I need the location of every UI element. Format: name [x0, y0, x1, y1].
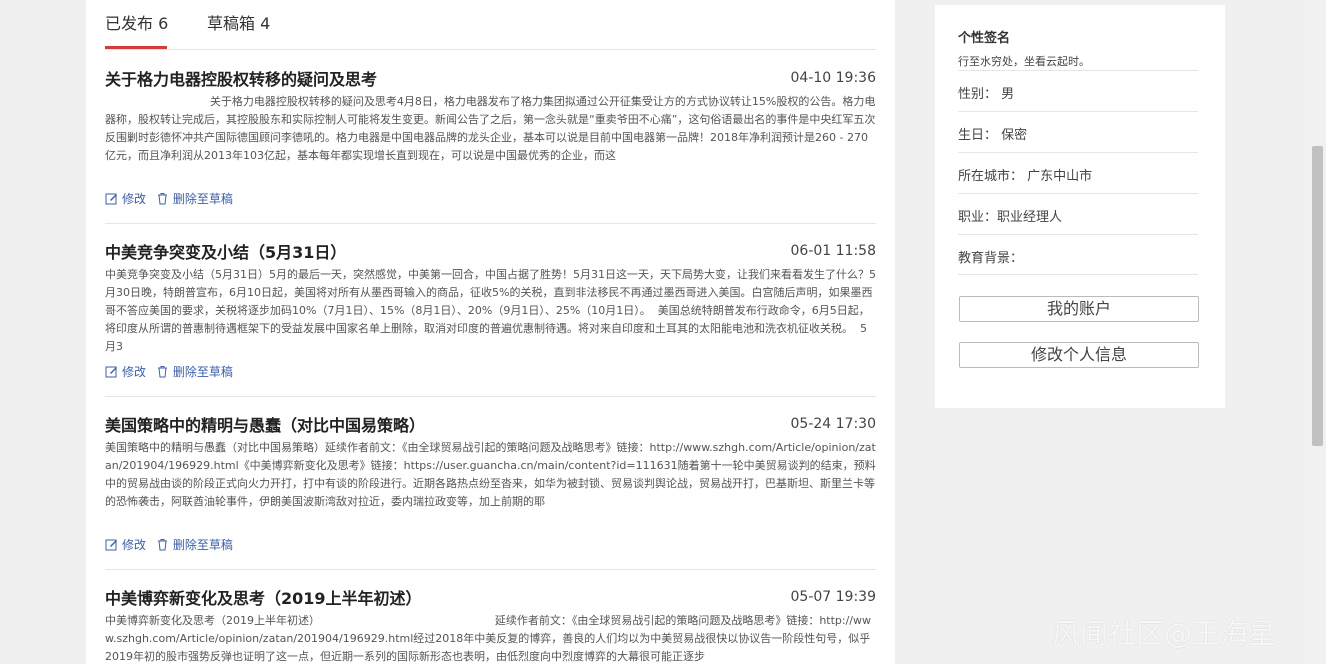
watermark: 风闻社区@王海星: [1052, 617, 1277, 650]
trash-icon: [157, 366, 167, 378]
job-info: 职业：职业经理人: [958, 193, 1198, 234]
tab-published[interactable]: 已发布 6: [105, 10, 168, 34]
my-account-button[interactable]: 我的账户: [959, 296, 1199, 322]
tab-bar: 已发布 6 草稿箱 4: [105, 0, 876, 50]
signature-text: 行至水穷处，坐看云起时。: [958, 55, 1090, 68]
article-summary: 关于格力电器控股权转移的疑问及思考4月8日，格力电器发布了格力集团拟通过公开征集…: [105, 95, 876, 162]
delete-label: 删除至草稿: [172, 192, 233, 206]
delete-label: 删除至草稿: [172, 538, 233, 552]
article-summary: 中美博弈新变化及思考（2019上半年初述） 延续作者前文：《由全球贸易战引起的策…: [105, 614, 872, 663]
trash-icon: [157, 539, 167, 551]
article-date: 05-24 17:30: [790, 416, 876, 432]
article-title[interactable]: 中美博弈新变化及思考（2019上半年初述）: [105, 585, 422, 609]
article-title[interactable]: 关于格力电器控股权转移的疑问及思考: [105, 66, 377, 90]
edit-label: 修改: [122, 192, 147, 206]
article-actions: 修改 删除至草稿: [105, 363, 239, 381]
edit-icon: [105, 193, 117, 205]
article-item: 关于格力电器控股权转移的疑问及思考 04-10 19:36 关于格力电器控股权转…: [105, 66, 876, 224]
delete-to-draft-button[interactable]: 删除至草稿: [156, 190, 233, 207]
tab-drafts[interactable]: 草稿箱 4: [207, 10, 270, 34]
article-summary: 美国策略中的精明与愚蠢（对比中国易策略）延续作者前文：《由全球贸易战引起的策略问…: [105, 441, 876, 508]
article-item: 美国策略中的精明与愚蠢（对比中国易策略） 05-24 17:30 美国策略中的精…: [105, 412, 876, 570]
article-item: 中美博弈新变化及思考（2019上半年初述） 05-07 19:39 中美博弈新变…: [105, 585, 876, 664]
edit-button[interactable]: 修改: [105, 190, 146, 207]
edit-label: 修改: [122, 365, 147, 379]
edit-label: 修改: [122, 538, 147, 552]
article-item: 中美竞争突变及小结（5月31日） 06-01 11:58 中美竞争突变及小结（5…: [105, 239, 876, 397]
main-panel: 已发布 6 草稿箱 4 关于格力电器控股权转移的疑问及思考 04-10 19:3…: [86, 0, 895, 664]
article-actions: 修改 删除至草稿: [105, 536, 239, 554]
article-date: 05-07 19:39: [790, 589, 876, 605]
vertical-scrollbar[interactable]: [1309, 0, 1326, 664]
trash-icon: [157, 193, 167, 205]
delete-label: 删除至草稿: [172, 365, 233, 379]
article-summary: 中美竞争突变及小结（5月31日）5月的最后一天，突然感觉，中美第一回合，中国占据…: [105, 268, 876, 353]
active-tab-indicator: [105, 46, 167, 49]
education-info: 教育背景：: [958, 234, 1198, 275]
profile-sidebar: 个性签名 行至水穷处，坐看云起时。 性别： 男 生日： 保密 所在城市： 广东中…: [935, 5, 1225, 408]
delete-to-draft-button[interactable]: 删除至草稿: [156, 536, 233, 553]
article-date: 04-10 19:36: [790, 70, 876, 86]
city-info: 所在城市： 广东中山市: [958, 152, 1198, 193]
article-title[interactable]: 中美竞争突变及小结（5月31日）: [105, 239, 346, 263]
birthday-info: 生日： 保密: [958, 111, 1198, 152]
signature-title: 个性签名: [958, 31, 1011, 46]
article-title[interactable]: 美国策略中的精明与愚蠢（对比中国易策略）: [105, 412, 425, 436]
edit-button[interactable]: 修改: [105, 363, 146, 380]
article-actions: 修改 删除至草稿: [105, 190, 239, 208]
scrollbar-thumb[interactable]: [1312, 146, 1323, 446]
edit-icon: [105, 366, 117, 378]
article-date: 06-01 11:58: [790, 243, 876, 259]
edit-profile-button[interactable]: 修改个人信息: [959, 342, 1199, 368]
edit-button[interactable]: 修改: [105, 536, 146, 553]
edit-icon: [105, 539, 117, 551]
delete-to-draft-button[interactable]: 删除至草稿: [156, 363, 233, 380]
gender-info: 性别： 男: [958, 70, 1198, 111]
